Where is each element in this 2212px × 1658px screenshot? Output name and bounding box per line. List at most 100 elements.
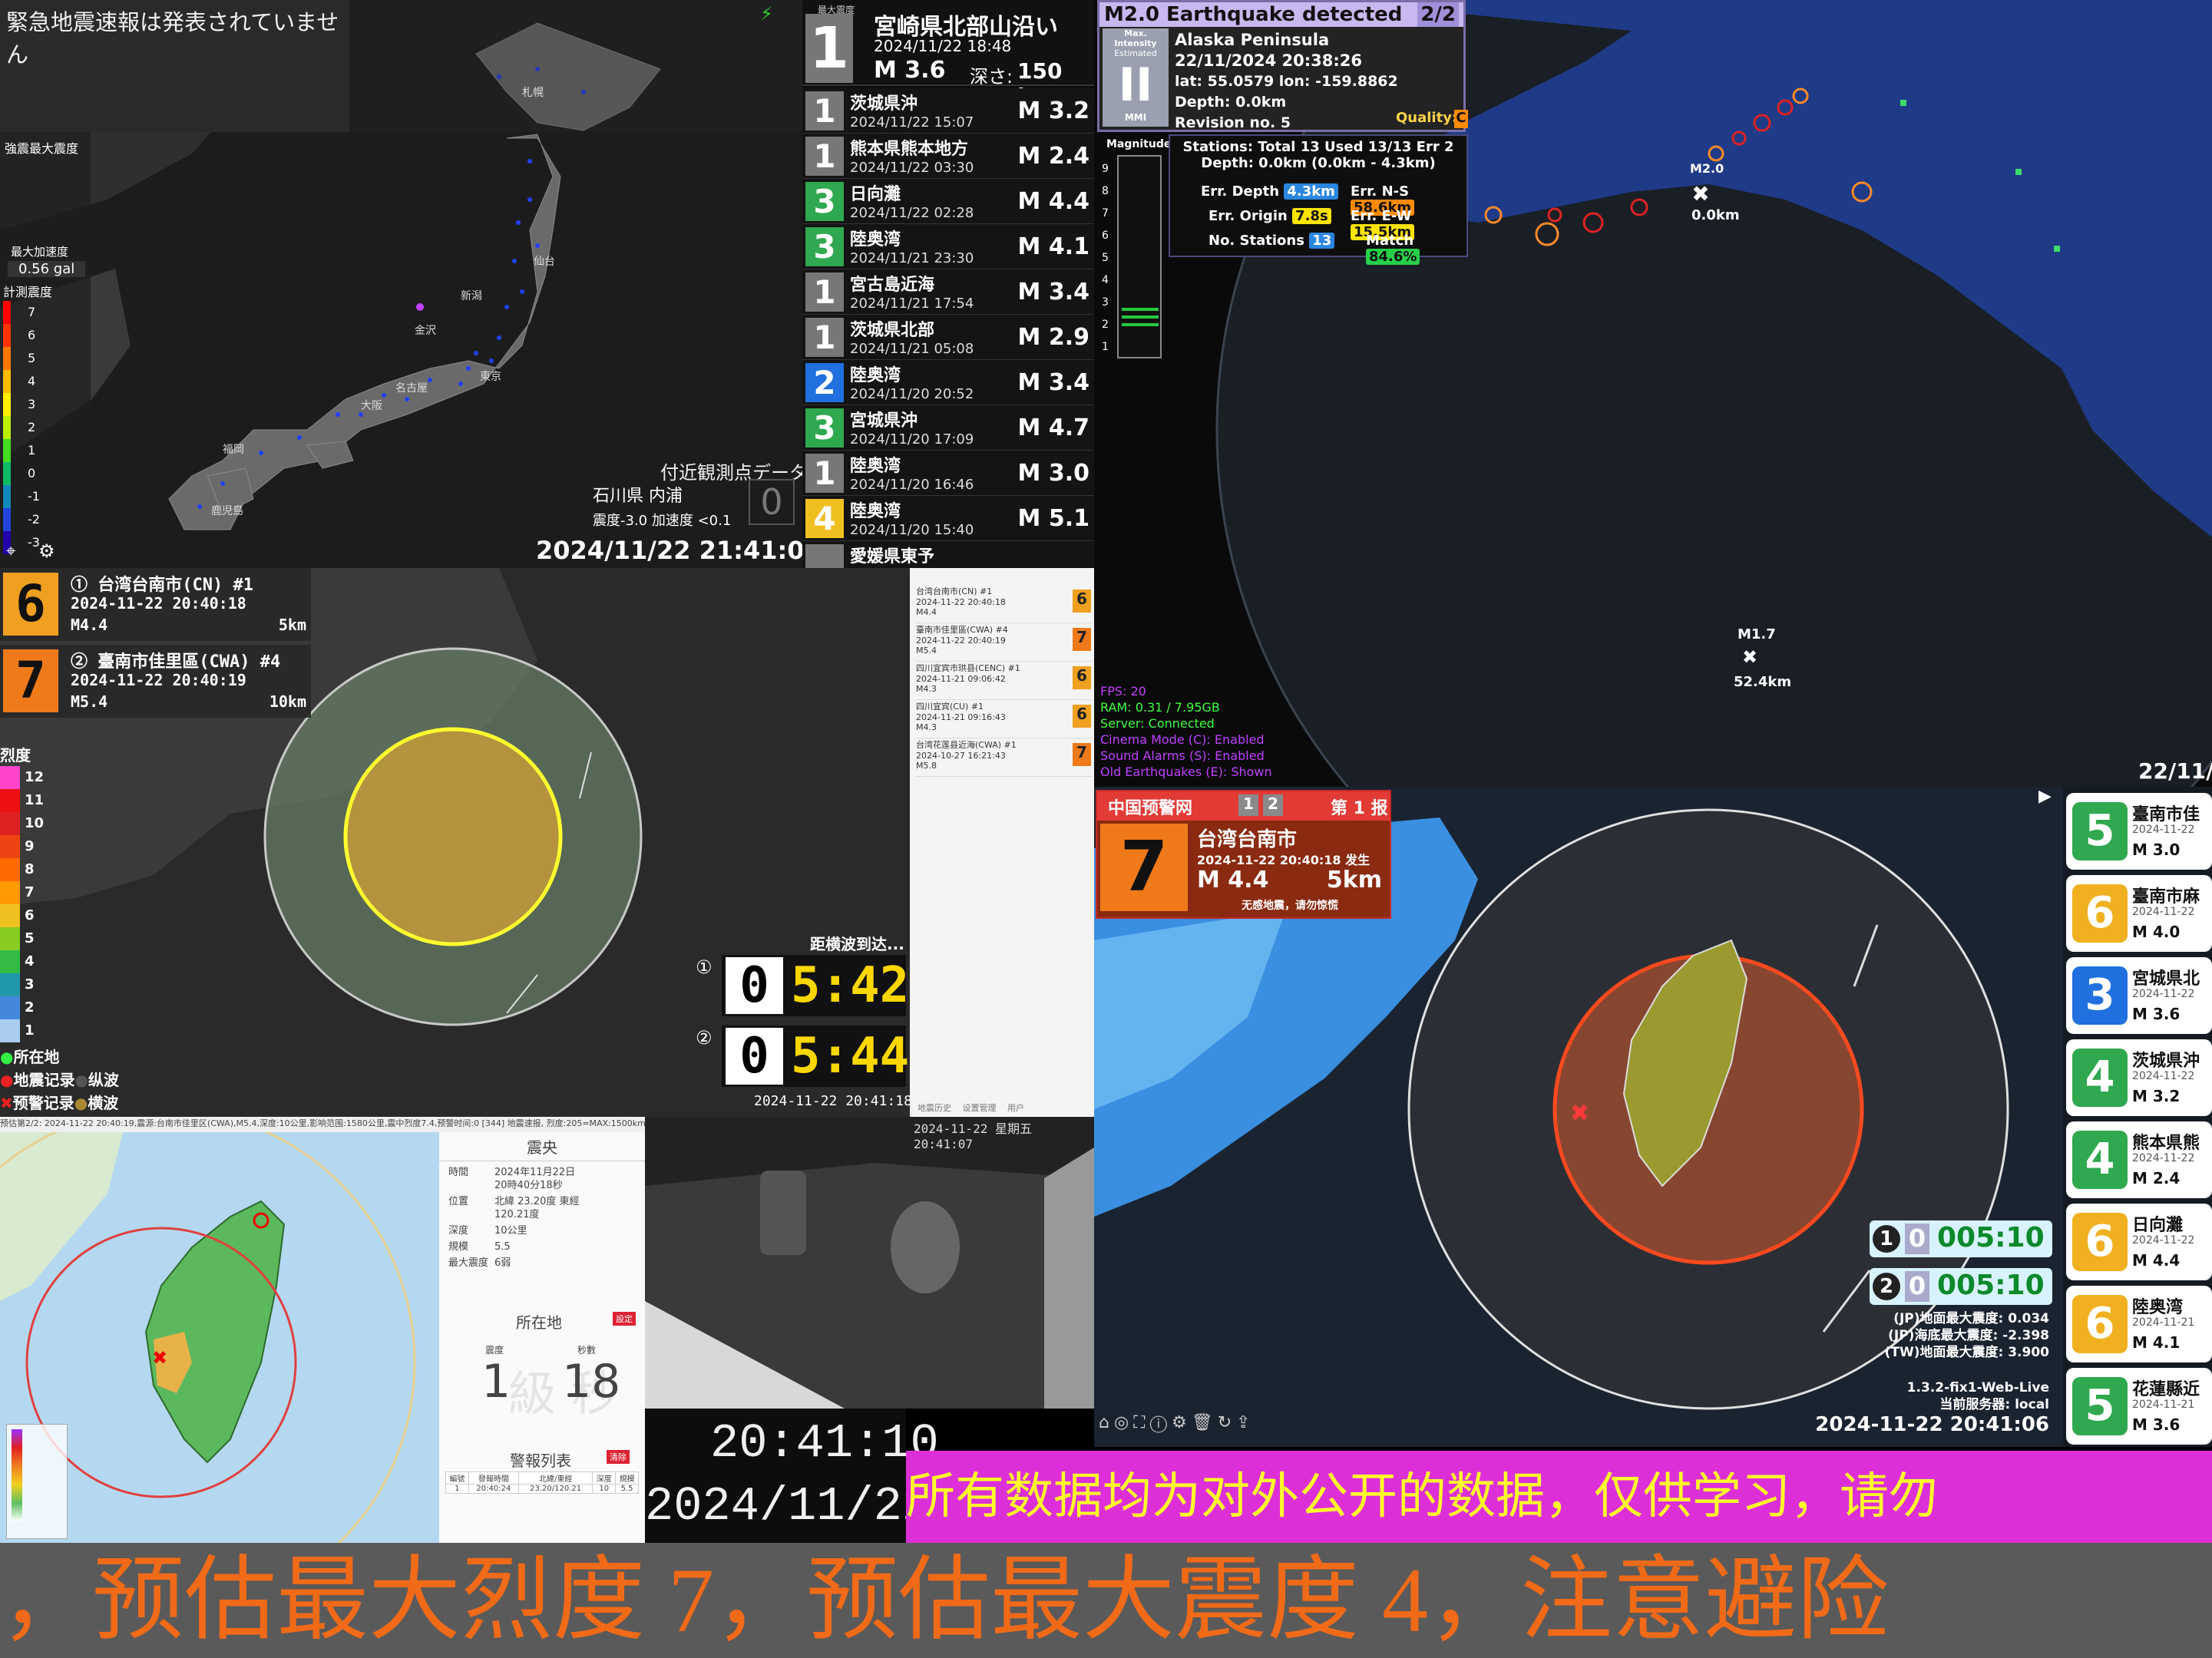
quake-list-item[interactable]: 3 宮城県沖 2024/11/20 17:09 M 4.7: [802, 405, 1094, 451]
ceic-list-mag: M 3.6: [2132, 1005, 2181, 1023]
quake-list-item[interactable]: 1 陸奥湾 2024/11/20 16:46 M 3.0: [802, 451, 1094, 496]
home-icon[interactable]: ⌂: [1099, 1413, 1114, 1432]
info-icon[interactable]: ⓘ: [1150, 1413, 1172, 1432]
quake-intensity-badge: 3: [805, 182, 844, 221]
settings-icon[interactable]: ⚙: [1172, 1413, 1192, 1432]
camera-feed: 2024-11-22 星期五 20:41:07: [645, 1117, 1094, 1409]
expand-arrow-icon[interactable]: ▶: [2038, 787, 2052, 806]
side-event-time: 2024-10-27 16:21:43: [916, 751, 1006, 761]
ceic-list-item[interactable]: 4 茨城県沖 2024-11-22 M 3.2: [2066, 1039, 2212, 1116]
share-icon[interactable]: ⇪: [1236, 1413, 1255, 1432]
ceic-list-intensity: 6: [2072, 1295, 2128, 1353]
legend-here-label: 所在地: [13, 1048, 60, 1066]
ceic-list-item[interactable]: 5 臺南市佳 2024-11-22 M 3.0: [2066, 793, 2212, 870]
ceic-list-intensity: 5: [2072, 802, 2128, 860]
latest-quake-card[interactable]: 最大震度 1 宮崎県北部山沿い 2024/11/22 18:48 M 3.6 深…: [802, 0, 1094, 109]
globe-icon[interactable]: ◎: [1114, 1413, 1133, 1432]
side-event-item[interactable]: 四川宜宾市珙县(CENC) #1 2024-11-21 09:06:42 M4.3 6: [916, 662, 1093, 700]
ceic-list-item[interactable]: 3 宮城県北 2024-11-22 M 3.6: [2066, 957, 2212, 1034]
side-event-intensity: 7: [1073, 628, 1091, 651]
cwa-top-bar: 预估第2/2: 2024-11-22 20:40:19,震源:台南市佳里区(CW…: [0, 1117, 645, 1132]
event2-intensity: 7: [3, 649, 58, 712]
scale-label: 2: [28, 420, 36, 434]
quake-list-item[interactable]: 1 熊本県熊本地方 2024/11/22 03:30 M 2.4: [802, 134, 1094, 179]
settings-gear-icon[interactable]: ⚙: [38, 540, 55, 562]
scale-label: -2: [28, 512, 40, 527]
ceic-list-item[interactable]: 6 陸奥湾 2024-11-21 M 4.1: [2066, 1286, 2212, 1362]
footer-history[interactable]: 地震历史: [918, 1103, 951, 1113]
cd1-zero: 0: [726, 957, 783, 1014]
event-card-1[interactable]: 6 ① 台湾台南市(CN) #1 2024-11-22 20:40:18 M4.…: [0, 568, 311, 641]
ceic-list-item[interactable]: 5 花蓮縣近 2024-11-21 M 3.6: [2066, 1368, 2212, 1445]
footer-user[interactable]: 用户: [1007, 1103, 1024, 1113]
legend-here: ●所在地: [0, 1045, 119, 1068]
legend-rec-label: 地震记录: [13, 1071, 75, 1089]
ceic-list-time: 2024-11-21: [2132, 1399, 2195, 1411]
trash-icon[interactable]: 🗑: [1192, 1413, 1218, 1432]
ceic-list-place: 臺南市麻: [2132, 887, 2200, 907]
eq2-depth: 52.4km: [1734, 674, 1792, 690]
quake-list-item[interactable]: 2 陸奥湾 2024/11/20 20:52 M 3.4: [802, 360, 1094, 405]
ceic-stats: (JP)地面最大震度: 0.034 (JP)海底最大震度: -2.398 (TW…: [1885, 1310, 2049, 1361]
side-event-item[interactable]: 台湾花莲县近海(CWA) #1 2024-10-27 16:21:43 M5.8 7: [916, 738, 1093, 777]
side-event-mag: M4.4: [916, 607, 937, 617]
side-event-time: 2024-11-22 20:40:18: [916, 597, 1006, 607]
ceic-list-item[interactable]: 6 日向灘 2024-11-22 M 4.4: [2066, 1204, 2212, 1280]
cn-scale-label: 12: [0, 766, 44, 789]
side-event-item[interactable]: 臺南市佳里區(CWA) #4 2024-11-22 20:40:19 M5.4 7: [916, 623, 1093, 662]
event2-depth: 10km: [269, 692, 306, 711]
debug-ram: RAM: 0.31 / 7.95GB: [1100, 700, 1220, 715]
ceic-list-time: 2024-11-22: [2132, 988, 2195, 1000]
scale-label: 7: [28, 305, 36, 319]
ceic-list-item[interactable]: 6 臺南市麻 2024-11-22 M 4.0: [2066, 875, 2212, 952]
intensity-legend: 強震最大震度 最大加速度 0.56 gal 計測震度 7 6 5 4 3 2 1…: [0, 132, 91, 568]
quake-time: 2024/11/22 15:07: [850, 114, 974, 130]
earthquake-marker-2[interactable]: ✖: [1742, 646, 1757, 668]
quake-intensity-badge: 1: [805, 91, 844, 130]
earthquake-marker-1[interactable]: ✖: [1688, 181, 1713, 206]
quake-list-item[interactable]: 愛媛県東予: [802, 541, 1094, 568]
quake-list-item[interactable]: 1 茨城県沖 2024/11/22 15:07 M 3.2: [802, 88, 1094, 134]
ceic-cd1-index: 1: [1873, 1225, 1900, 1253]
quake-list-item[interactable]: 3 日向灘 2024/11/22 02:28 M 4.4: [802, 179, 1094, 224]
cwa-loc-button[interactable]: 設定: [613, 1312, 636, 1326]
fullscreen-icon[interactable]: ⛶: [1133, 1413, 1149, 1432]
event-card-2[interactable]: 7 ② 臺南市佳里區(CWA) #4 2024-11-22 20:40:19 M…: [0, 645, 311, 718]
cwa-info-panel: 震央 時間 2024年11月22日 20時40分18秒 位置 北緯 23.20度 東經…: [439, 1132, 645, 1543]
cn-intensity-scale: 12 11 10 9 8 7 6 5 4 3 2 1: [0, 766, 44, 1042]
quake-intensity-badge: 4: [805, 499, 844, 538]
map-target-icon[interactable]: ⌖: [6, 542, 15, 561]
side-event-item[interactable]: 四川宜宾(CU) #1 2024-11-21 09:16:43 M4.3 6: [916, 700, 1093, 738]
quake-list-item[interactable]: 1 茨城県北部 2024/11/21 05:08 M 2.9: [802, 315, 1094, 360]
side-event-item[interactable]: 台湾台南市(CN) #1 2024-11-22 20:40:18 M4.4 6: [916, 585, 1093, 623]
countdown-1: 0 5:42: [722, 955, 909, 1016]
quake-list-item[interactable]: 4 陸奥湾 2024/11/20 15:40 M 5.1: [802, 496, 1094, 541]
ceic-warning-card[interactable]: 中国预警网 1 2 第 1 报 7 台湾台南市 2024-11-22 20:40…: [1096, 790, 1391, 919]
ceic-countdown-1: 1 0 005:10: [1870, 1220, 2052, 1257]
side-event-title: 臺南市佳里區(CWA) #4: [916, 625, 1008, 635]
ceic-list-item[interactable]: 4 熊本県熊 2024-11-22 M 2.4: [2066, 1121, 2212, 1198]
side-event-list: 台湾台南市(CN) #1 2024-11-22 20:40:18 M4.4 6 臺南市佳…: [910, 568, 1094, 1117]
legend-warn-label: 预警记录: [12, 1094, 74, 1112]
countdown-label: 距横波到达...: [810, 935, 904, 953]
cwa-alert-cell: 23.20/120.21: [517, 1484, 594, 1494]
cn-scale-label: 8: [0, 858, 44, 881]
cwa-alert-clear[interactable]: 清除: [607, 1450, 630, 1464]
tw1-timestamp: 2024-11-22 20:41:18: [754, 1093, 912, 1109]
footer-settings[interactable]: 设置管理: [963, 1103, 997, 1113]
ceic-list-mag: M 4.4: [2132, 1251, 2181, 1270]
ceic-badge-2: 2: [1263, 794, 1283, 816]
side-event-mag: M5.4: [916, 646, 937, 656]
refresh-icon[interactable]: ↻: [1218, 1413, 1236, 1432]
quake-list-item[interactable]: 3 陸奥湾 2024/11/21 23:30 M 4.1: [802, 224, 1094, 269]
disclaimer-ticker: 所有数据均为对外公开的数据，仅供学习，请勿: [906, 1451, 2212, 1543]
quake-place: 宮古島近海: [850, 276, 935, 295]
ceic-cd1-zero: 0: [1905, 1224, 1929, 1254]
ceic-list-place: 臺南市佳: [2132, 805, 2200, 824]
scale-label: 4: [28, 374, 36, 388]
quake-list-item[interactable]: 1 宮古島近海 2024/11/21 17:54 M 3.4: [802, 269, 1094, 315]
cwa-field: 時間 2024年11月22日 20時40分18秒: [448, 1166, 636, 1192]
ceic-list-intensity: 6: [2072, 884, 2128, 943]
ceic-list-intensity: 5: [2072, 1377, 2128, 1435]
ceic-list-intensity: 3: [2072, 966, 2128, 1025]
